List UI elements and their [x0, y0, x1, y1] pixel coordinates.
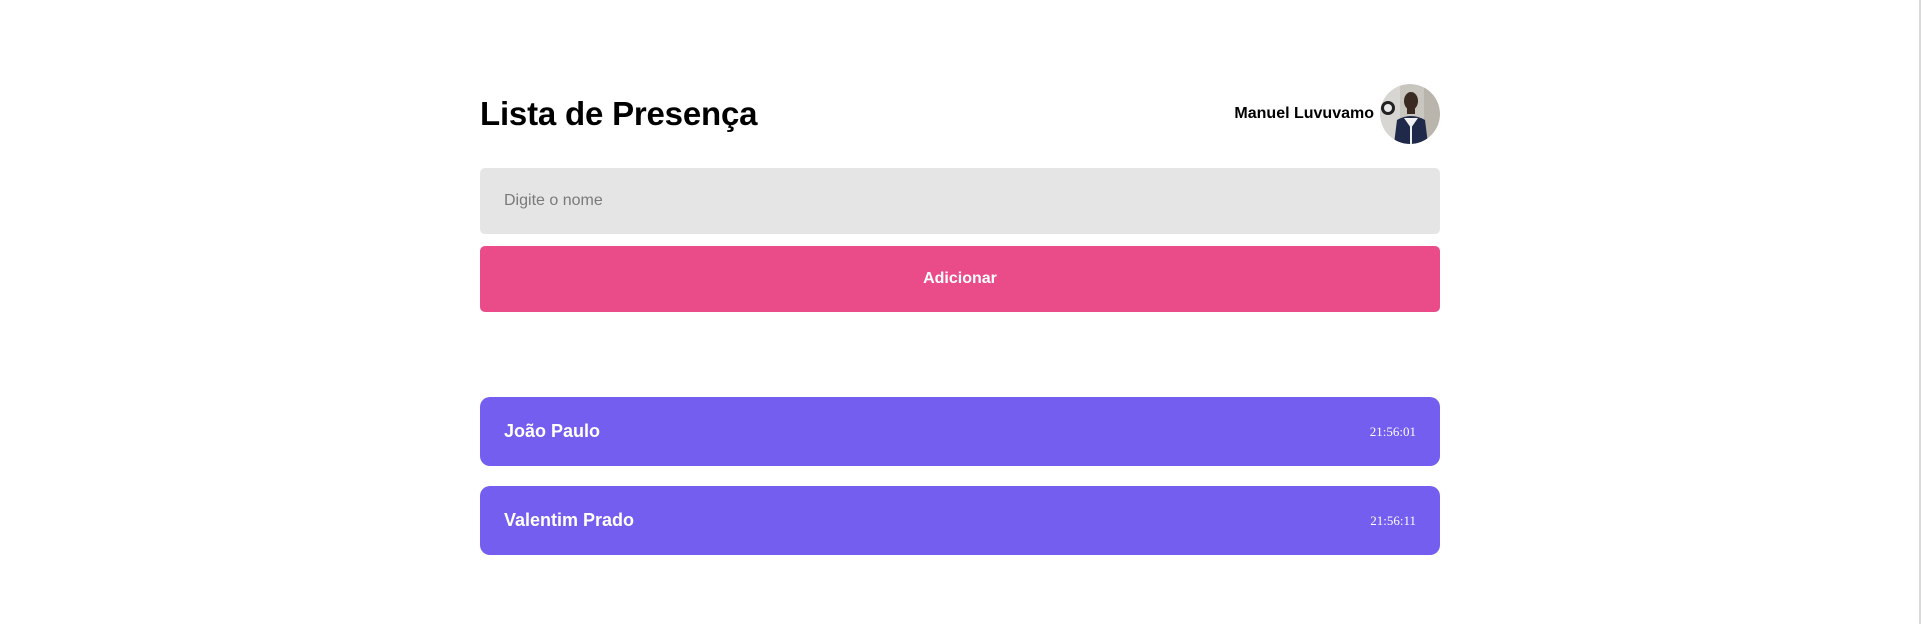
name-input[interactable]	[480, 168, 1440, 234]
attendance-card: Valentim Prado 21:56:11	[480, 486, 1440, 555]
attendee-name: Valentim Prado	[504, 510, 635, 530]
attendee-time: 21:56:01	[1369, 423, 1416, 439]
attendance-list: João Paulo 21:56:01 Valentim Prado 21:56…	[480, 397, 1440, 555]
page-header: Lista de Presença Manuel Luvuvamo	[480, 83, 1440, 145]
avatar	[1380, 84, 1440, 144]
add-button[interactable]: Adicionar	[480, 246, 1440, 312]
attendance-card: João Paulo 21:56:01	[480, 397, 1440, 466]
attendee-name: João Paulo	[504, 421, 601, 441]
user-info: Manuel Luvuvamo	[1234, 84, 1440, 144]
user-name: Manuel Luvuvamo	[1234, 105, 1374, 122]
main-container: Lista de Presença Manuel Luvuvamo Digite…	[480, 83, 1440, 575]
page-title: Lista de Presença	[480, 95, 758, 132]
page: Lista de Presença Manuel Luvuvamo Digite…	[0, 0, 1921, 624]
attendee-time: 21:56:11	[1370, 512, 1416, 528]
